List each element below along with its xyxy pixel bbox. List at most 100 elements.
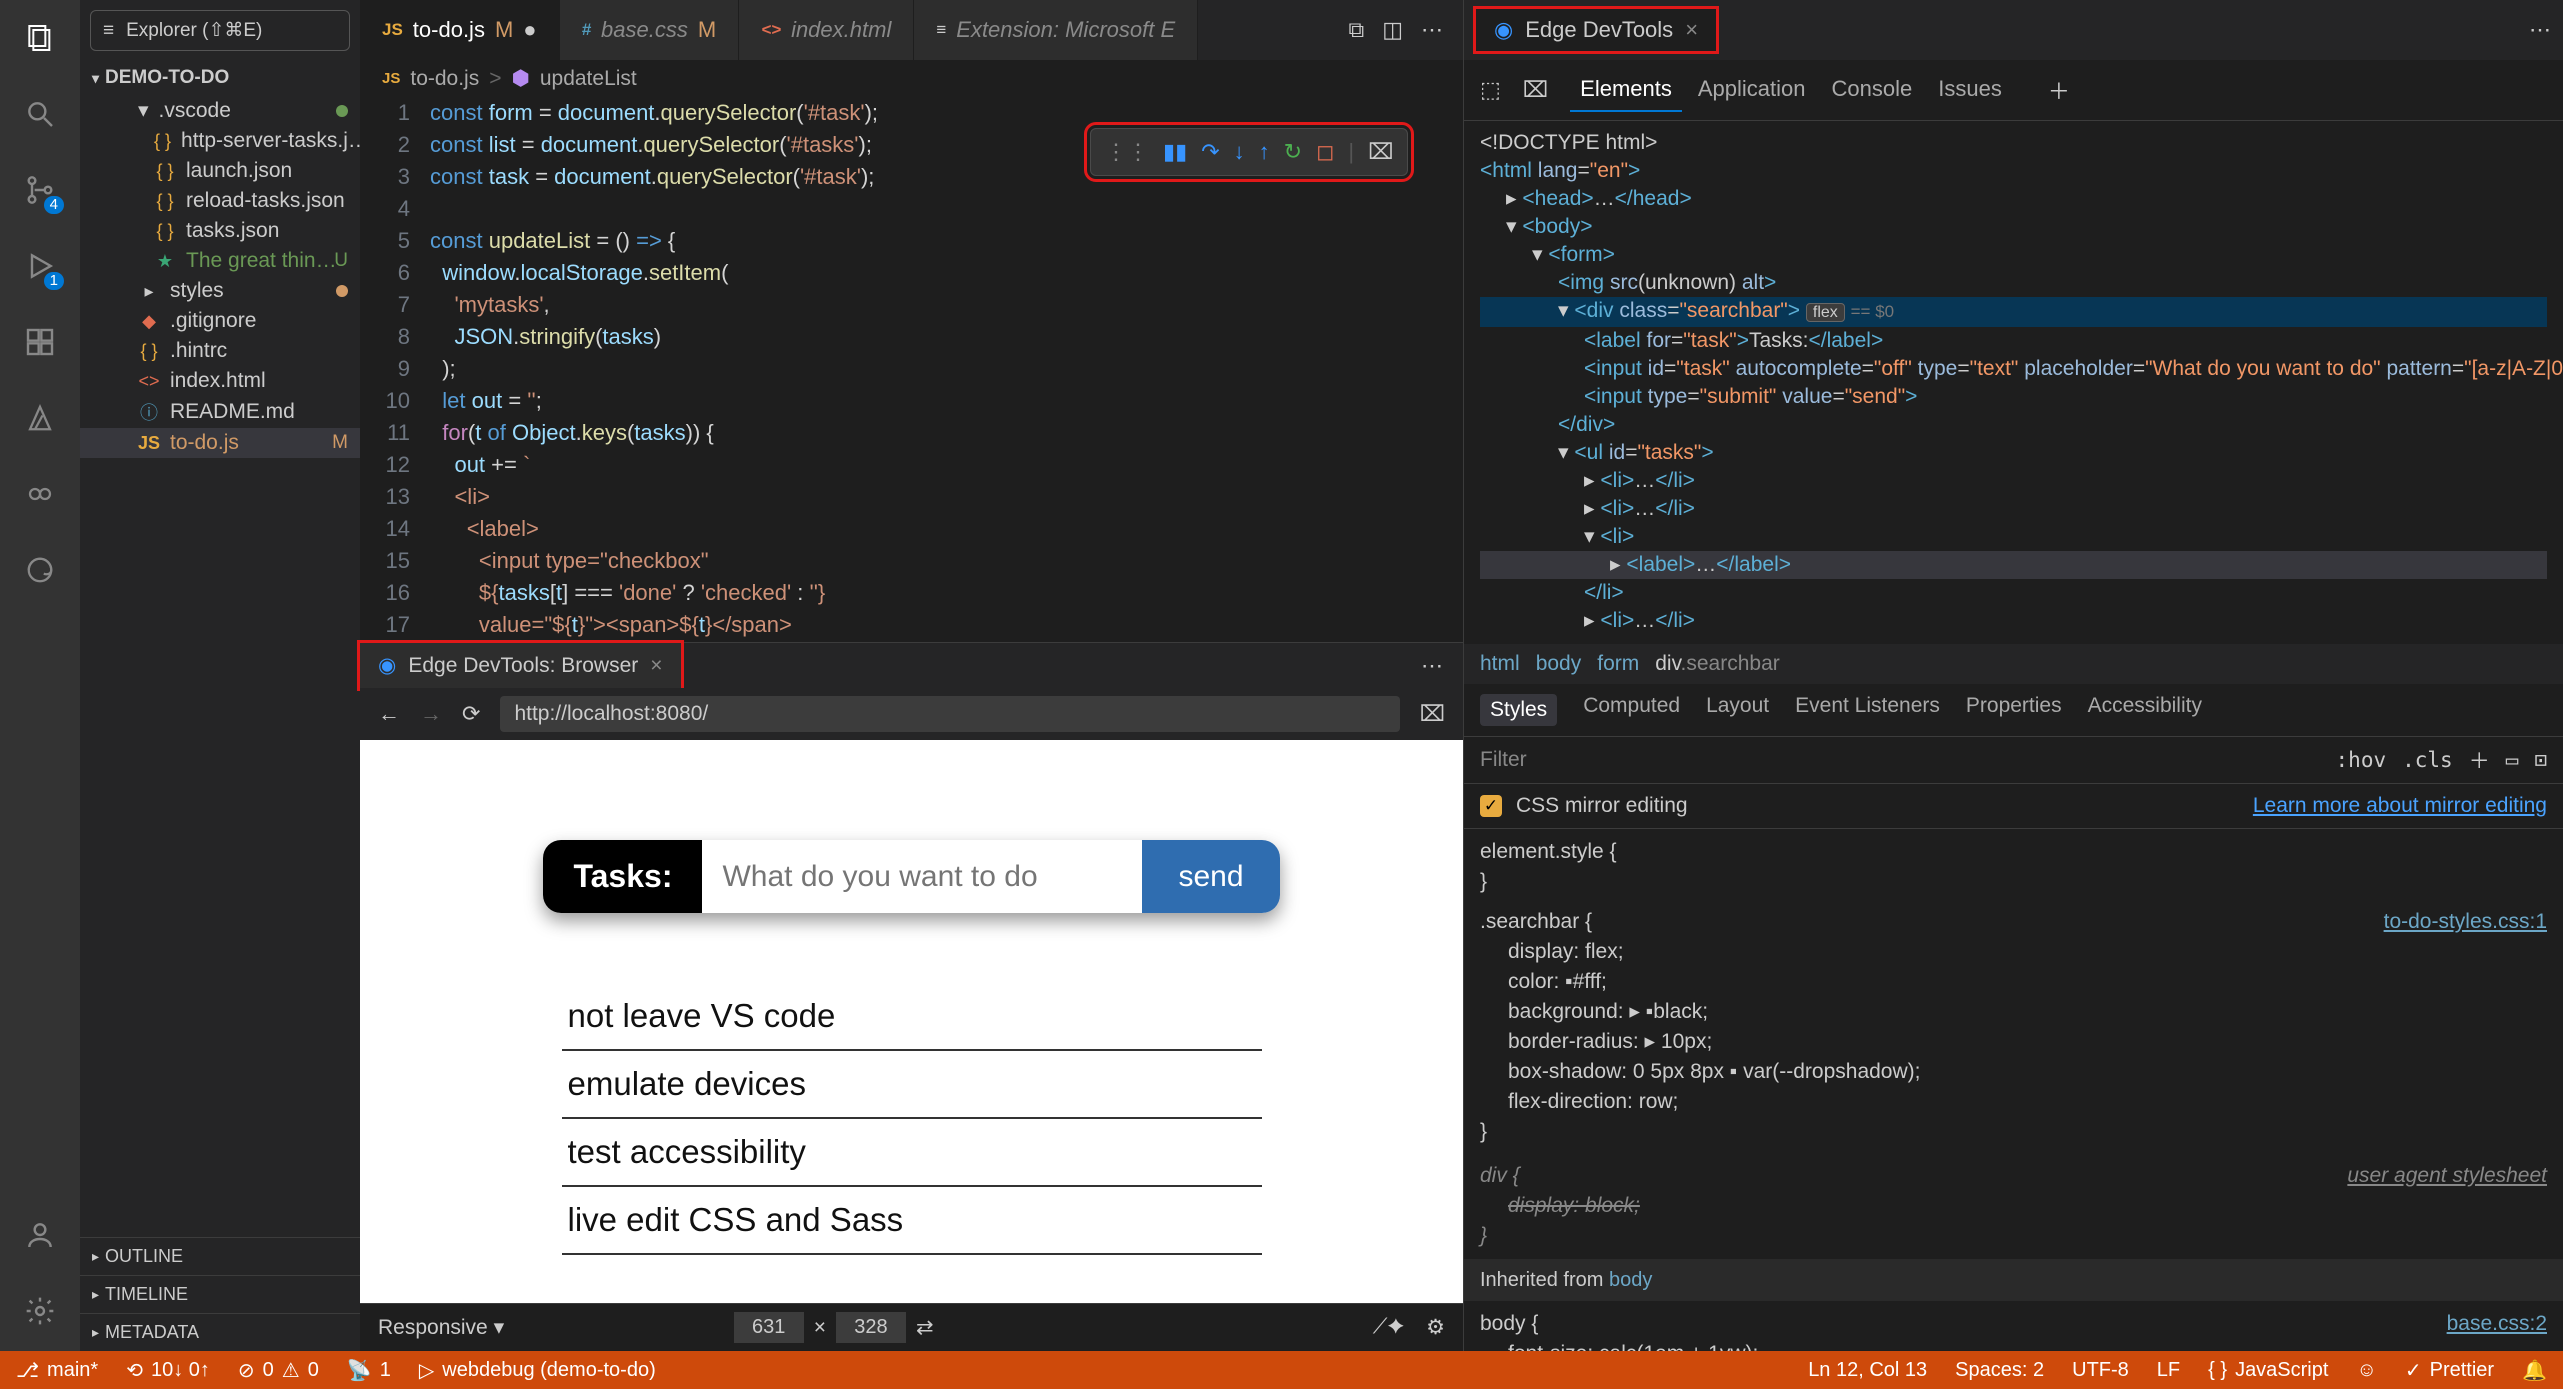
dom-node[interactable]: ▸ <li>…</li> [1480, 607, 2547, 635]
forward-icon[interactable]: → [420, 701, 442, 727]
styles-tab[interactable]: Properties [1966, 694, 2062, 726]
css-prop[interactable]: box-shadow: 0 5px 8px ▪ var(--dropshadow… [1508, 1057, 2547, 1087]
problems-item[interactable]: ⊘ 0 ⚠ 0 [238, 1358, 319, 1383]
dom-node[interactable]: ▸ <head>…</head> [1480, 185, 2547, 213]
devtools-tab[interactable]: ◉ Edge DevTools × [1476, 9, 1716, 51]
explorer-icon[interactable] [20, 18, 60, 58]
more-icon[interactable]: ⋯ [1421, 17, 1443, 43]
file-item[interactable]: ★The great thin…U [80, 246, 360, 276]
search-icon[interactable] [20, 94, 60, 134]
editor-tab[interactable]: ≡Extension: Microsoft E [914, 0, 1198, 60]
azure-icon[interactable] [20, 398, 60, 438]
editor-tab[interactable]: #base.cssM [560, 0, 740, 60]
dom-node[interactable]: ▾ <div class="searchbar"> flex == $0 [1480, 297, 2547, 327]
width-input[interactable] [734, 1312, 804, 1343]
styles-tab[interactable]: Layout [1706, 694, 1769, 726]
editor-tab[interactable]: JSto-do.jsM● [360, 0, 560, 60]
rendered-page[interactable]: Tasks: send not leave VS codeemulate dev… [360, 740, 1463, 1303]
inspect-icon[interactable]: ⬚ [1480, 77, 1501, 103]
source-control-icon[interactable]: 4 [20, 170, 60, 210]
dom-node[interactable]: <input id="task" autocomplete="off" type… [1480, 355, 2547, 383]
edge-icon[interactable] [20, 550, 60, 590]
css-prop[interactable]: color: ▪#fff; [1508, 967, 2547, 997]
branch-item[interactable]: ⎇ main* [16, 1358, 98, 1383]
send-button[interactable]: send [1142, 840, 1279, 913]
cls-button[interactable]: .cls [2402, 748, 2453, 772]
account-icon[interactable] [20, 1215, 60, 1255]
screencast-icon[interactable]: ⌧ [1368, 139, 1393, 165]
file-item[interactable]: ▸styles [80, 276, 360, 306]
css-prop[interactable]: flex-direction: row; [1508, 1087, 2547, 1117]
more-icon[interactable]: ⋯ [2529, 17, 2551, 43]
styles-tab[interactable]: Event Listeners [1795, 694, 1940, 726]
styles-tab[interactable]: Accessibility [2088, 694, 2202, 726]
ports-item[interactable]: 📡 1 [347, 1358, 391, 1383]
file-item[interactable]: ⓘREADME.md [80, 396, 360, 428]
task-input[interactable] [702, 840, 1142, 913]
split-icon[interactable]: ◫ [1382, 17, 1403, 43]
hov-button[interactable]: :hov [2336, 748, 2387, 772]
dom-node[interactable]: ▾ <ul id="tasks"> [1480, 439, 2547, 467]
more-icon[interactable]: ⋯ [1401, 653, 1463, 679]
dom-node[interactable]: </div> [1480, 411, 2547, 439]
filter-input[interactable]: Filter [1480, 748, 2320, 772]
sync-item[interactable]: ⟲ 10↓ 0↑ [126, 1358, 210, 1383]
css-prop[interactable]: background: ▸ ▪black; [1508, 997, 2547, 1027]
file-item[interactable]: { }reload-tasks.json [80, 186, 360, 216]
compare-icon[interactable]: ⧉ [1348, 17, 1364, 43]
magic-icon[interactable]: ⟋✦ [1373, 1315, 1404, 1340]
dom-node[interactable]: </li> [1480, 579, 2547, 607]
file-item[interactable]: { }tasks.json [80, 216, 360, 246]
code-editor[interactable]: 1234567891011121314151617 const form = d… [360, 97, 1463, 642]
task-item[interactable]: emulate devices [562, 1051, 1262, 1119]
settings-icon[interactable] [20, 1291, 60, 1331]
device-icon[interactable]: ⌧ [1523, 77, 1548, 103]
file-item[interactable]: JSto-do.jsM [80, 428, 360, 458]
folder-vscode[interactable]: ▾.vscode [80, 95, 360, 126]
file-item[interactable]: ◆.gitignore [80, 306, 360, 336]
close-icon[interactable]: × [650, 654, 662, 678]
explorer-header[interactable]: ≡ Explorer (⇧⌘E) [90, 10, 350, 51]
task-item[interactable]: test accessibility [562, 1119, 1262, 1187]
file-item[interactable]: { }.hintrc [80, 336, 360, 366]
crumb[interactable]: div.searchbar [1655, 652, 1780, 676]
close-icon[interactable]: × [1685, 17, 1698, 43]
file-item[interactable]: { }launch.json [80, 156, 360, 186]
task-item[interactable]: not leave VS code [562, 983, 1262, 1051]
dom-node[interactable]: <input type="submit" value="send"> [1480, 383, 2547, 411]
dom-node[interactable]: ▾ <body> [1480, 213, 2547, 241]
computed-toggle-icon[interactable]: ▭ [2506, 748, 2519, 772]
step-into-icon[interactable]: ↓ [1234, 139, 1245, 165]
encoding[interactable]: UTF-8 [2072, 1359, 2129, 1382]
settings-icon[interactable]: ⚙ [1426, 1315, 1445, 1340]
swap-icon[interactable]: ⇄ [916, 1315, 934, 1340]
file-item[interactable]: <>index.html [80, 366, 360, 396]
dom-node[interactable]: <!DOCTYPE html> [1480, 129, 2547, 157]
devtools-subtab[interactable]: Issues [1928, 68, 2012, 112]
dom-node[interactable]: <img src(unknown) alt> [1480, 269, 2547, 297]
debug-target[interactable]: ▷ webdebug (demo-to-do) [419, 1358, 656, 1383]
reload-icon[interactable]: ⟳ [462, 701, 480, 727]
crumb[interactable]: form [1597, 652, 1639, 676]
css-prop[interactable]: display: flex; [1508, 937, 2547, 967]
devtools-subtab[interactable]: Elements [1570, 68, 1682, 112]
dom-node[interactable]: ▸ <label>…</label> [1480, 551, 2547, 579]
address-bar[interactable]: http://localhost:8080/ [500, 696, 1399, 732]
dom-node[interactable]: ▾ <li> [1480, 523, 2547, 551]
devtools-subtab[interactable]: Console [1822, 68, 1923, 112]
css-prop[interactable]: border-radius: ▸ 10px; [1508, 1027, 2547, 1057]
styles-tab[interactable]: Styles [1480, 694, 1557, 726]
crumb[interactable]: html [1480, 652, 1520, 676]
mirror-checkbox[interactable]: ✓ [1480, 795, 1502, 817]
timeline-section[interactable]: ▸TIMELINE [80, 1275, 360, 1313]
editor-tab[interactable]: <>index.html [739, 0, 914, 60]
step-out-icon[interactable]: ↑ [1259, 139, 1270, 165]
extensions-icon[interactable] [20, 322, 60, 362]
project-section[interactable]: ▾DEMO-TO-DO [80, 61, 360, 95]
css-prop[interactable]: font-size: calc(1em + 1vw); [1508, 1339, 2547, 1352]
restart-icon[interactable]: ↻ [1284, 139, 1302, 165]
back-icon[interactable]: ← [378, 701, 400, 727]
dom-node[interactable]: <html lang="en"> [1480, 157, 2547, 185]
debug-icon[interactable]: 1 [20, 246, 60, 286]
styles-body[interactable]: element.style { } to-do-styles.css:1 .se… [1464, 829, 2563, 1352]
